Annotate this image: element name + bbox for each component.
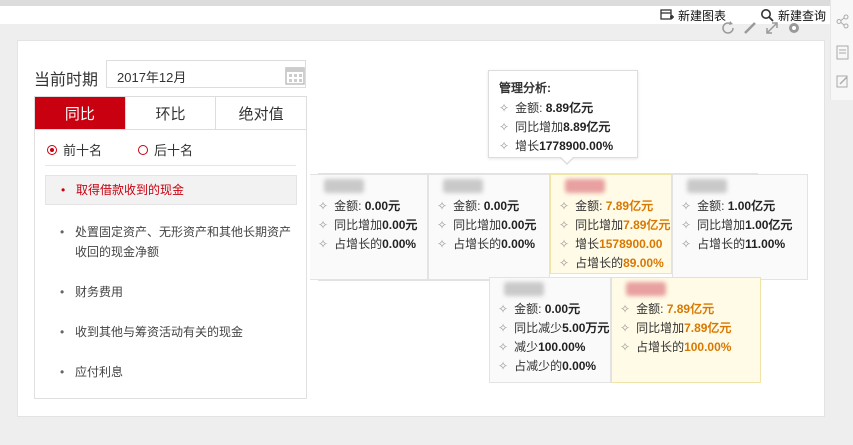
tooltip-label: 金额: <box>515 101 543 115</box>
list-item[interactable]: 处置固定资产、无形资产和其他长期资产收回的现金净额 <box>45 222 297 262</box>
item-list: 取得借款收到的现金 处置固定资产、无形资产和其他长期资产收回的现金净额 财务费用… <box>45 175 297 382</box>
redacted-label <box>324 179 364 193</box>
node-value: 0.00元 <box>483 199 520 213</box>
calendar-icon[interactable] <box>285 65 305 85</box>
list-item[interactable]: 应付利息 <box>45 362 297 382</box>
tooltip-row: ✧ 同比增加8.89亿元 <box>499 120 611 134</box>
radio-bottom-ten[interactable]: 后十名 <box>138 140 193 159</box>
note-edit-icon[interactable] <box>835 74 850 89</box>
date-value: 2017年12月 <box>117 70 187 85</box>
list-item[interactable]: 财务费用 <box>45 282 297 302</box>
tree-node-highlighted[interactable]: ✧ 金额: 7.89亿元 ✧ 同比增加7.89亿元 ✧ 增长1578900.00 ✧ 占… <box>550 174 672 274</box>
tooltip-row: ✧ 增长1778900.00% <box>499 139 614 153</box>
node-value: 7.89亿元 <box>666 302 715 316</box>
divider <box>45 165 296 166</box>
radio-label: 后十名 <box>154 143 194 158</box>
tab-mom[interactable]: 环比 <box>124 97 216 129</box>
redacted-label <box>443 179 483 193</box>
list-item[interactable]: 收到其他与筹资活动有关的现金 <box>45 322 297 342</box>
edit-icon[interactable] <box>742 20 758 36</box>
node-value: 7.89亿元 <box>605 199 654 213</box>
node-label: 同比增加 <box>453 218 502 232</box>
node-value: 0.00% <box>501 237 536 251</box>
node-label: 占增长的 <box>697 237 746 251</box>
new-chart-button[interactable]: 新建图表 <box>660 7 726 23</box>
node-label: 金额: <box>453 199 481 213</box>
tree-node[interactable]: ✧ 金额: 0.00元 ✧ 同比增加0.00元 ✧ 占增长的0.00% <box>310 174 428 280</box>
tree-node[interactable]: ✧ 金额: 0.00元 ✧ 同比增加0.00元 ✧ 占增长的0.00% <box>428 174 550 280</box>
node-value: 11.00% <box>745 237 786 251</box>
tooltip-arrow <box>559 156 575 165</box>
radio-dot <box>47 144 57 155</box>
node-label: 同比减少 <box>514 321 563 335</box>
tree-node-highlighted[interactable]: ✧ 金额: 7.89亿元 ✧ 同比增加7.89亿元 ✧ 占增长的100.00% <box>611 277 761 383</box>
document-icon[interactable] <box>835 45 850 60</box>
redacted-label <box>504 282 544 296</box>
node-label: 占增长的 <box>636 340 685 354</box>
node-value: 100.00% <box>538 340 586 354</box>
tooltip-title: 管理分析: <box>499 81 551 95</box>
node-value: 1578900.00 <box>599 237 663 251</box>
node-label: 占增长的 <box>575 256 624 270</box>
node-value: 0.00% <box>562 359 597 373</box>
tooltip-value: 8.89亿元 <box>545 101 594 115</box>
expand-icon[interactable] <box>764 20 780 36</box>
gear-icon[interactable] <box>786 20 802 36</box>
node-label: 占减少的 <box>514 359 563 373</box>
share-icon[interactable] <box>835 14 850 29</box>
right-rail <box>830 0 853 100</box>
redacted-label <box>626 282 666 296</box>
node-value: 0.00% <box>382 237 417 251</box>
node-value: 7.89亿元 <box>623 218 671 232</box>
new-chart-label: 新建图表 <box>678 8 727 23</box>
tooltip-row: ✧ 金额: 8.89亿元 <box>499 101 594 115</box>
node-value: 5.00万元 <box>562 321 610 335</box>
node-label: 金额: <box>697 199 725 213</box>
node-label: 增长 <box>575 237 600 251</box>
list-item[interactable]: 取得借款收到的现金 <box>45 175 297 205</box>
card-toolbar <box>720 20 802 36</box>
tooltip-value: 8.89亿元 <box>563 120 611 134</box>
node-label: 减少 <box>514 340 539 354</box>
node-label: 占增长的 <box>334 237 383 251</box>
tooltip-label: 同比增加 <box>515 120 564 134</box>
node-value: 0.00元 <box>382 218 418 232</box>
chart-plus-icon <box>660 9 674 20</box>
comparison-tabs: 同比 环比 绝对值 <box>34 96 307 130</box>
node-label: 金额: <box>636 302 664 316</box>
analysis-tooltip: 管理分析: ✧ 金额: 8.89亿元 ✧ 同比增加8.89亿元 ✧ 增长1778900… <box>488 70 638 165</box>
ranking-panel: 前十名 后十名 取得借款收到的现金 处置固定资产、无形资产和其他长期资产收回的现… <box>34 130 307 399</box>
date-picker-input[interactable]: 2017年12月 <box>106 60 306 88</box>
node-label: 同比增加 <box>697 218 746 232</box>
node-value: 0.00元 <box>501 218 537 232</box>
node-label: 占增长的 <box>453 237 502 251</box>
node-value: 1.00亿元 <box>745 218 793 232</box>
node-label: 金额: <box>575 199 603 213</box>
radio-top-ten[interactable]: 前十名 <box>47 140 102 159</box>
node-label: 同比增加 <box>334 218 383 232</box>
node-label: 金额: <box>514 302 542 316</box>
node-value: 0.00元 <box>544 302 581 316</box>
period-label: 当前时期 <box>34 72 99 89</box>
redacted-label <box>687 179 727 193</box>
tab-absolute[interactable]: 绝对值 <box>215 97 306 129</box>
node-value: 7.89亿元 <box>684 321 732 335</box>
radio-label: 前十名 <box>63 143 103 158</box>
tooltip-label: 增长 <box>515 139 540 153</box>
tooltip-value: 1778900.00% <box>539 139 614 153</box>
tree-node[interactable]: ✧ 金额: 0.00元 ✧ 同比减少5.00万元 ✧ 减少100.00% ✧ 占减少的0… <box>489 277 611 383</box>
refresh-icon[interactable] <box>720 20 736 36</box>
node-value: 1.00亿元 <box>727 199 776 213</box>
tab-yoy[interactable]: 同比 <box>35 97 125 129</box>
ranking-radio-group: 前十名 后十名 <box>47 140 193 159</box>
node-value: 100.00% <box>684 340 732 354</box>
node-value: 89.00% <box>623 256 664 270</box>
node-label: 金额: <box>334 199 362 213</box>
node-label: 同比增加 <box>575 218 624 232</box>
node-value: 0.00元 <box>364 199 401 213</box>
node-label: 同比增加 <box>636 321 685 335</box>
radio-dot <box>138 144 149 155</box>
tree-node[interactable]: ✧ 金额: 1.00亿元 ✧ 同比增加1.00亿元 ✧ 占增长的11.00% <box>672 174 808 280</box>
redacted-label <box>565 179 605 193</box>
